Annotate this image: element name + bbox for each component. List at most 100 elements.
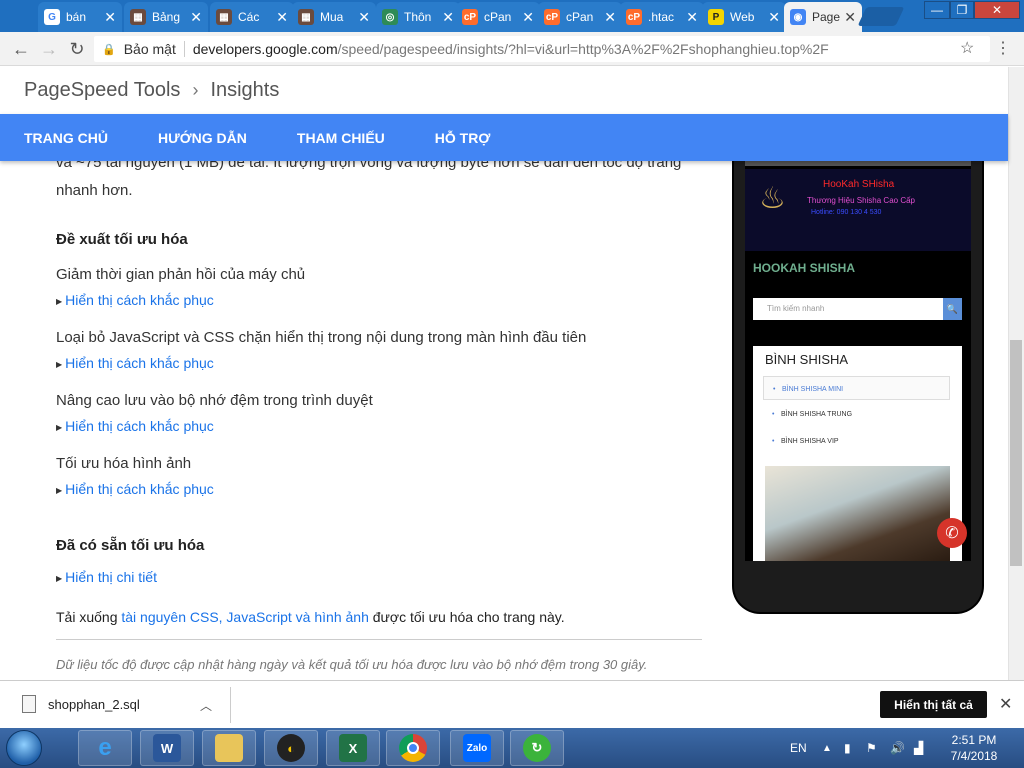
secure-label: Bảo mật xyxy=(123,41,176,57)
bullet-icon: • xyxy=(772,438,775,445)
close-icon[interactable]: ✕ xyxy=(686,10,698,24)
windows-taskbar: e W ◐ X Zalo ↻ EN ▲ ▮ ⚑ 🔊 ▟ 2:51 PM 7/4/… xyxy=(0,728,1024,768)
triangle-right-icon: ▶ xyxy=(56,360,63,369)
show-all-downloads-button[interactable]: Hiển thị tất cả xyxy=(880,691,987,718)
site-title: HOOKAH SHISHA xyxy=(753,261,856,275)
network-icon[interactable]: ▟ xyxy=(914,728,923,768)
taskbar-app[interactable]: ↻ xyxy=(510,730,564,766)
language-indicator[interactable]: EN xyxy=(790,728,807,768)
close-icon[interactable]: ✕ xyxy=(276,10,288,24)
show-fix-link[interactable]: ▶ Hiển thị cách khắc phục xyxy=(56,292,214,308)
browser-tab[interactable]: ◎ Thôn ✕ xyxy=(376,2,460,32)
volume-icon[interactable]: 🔊 xyxy=(890,728,905,768)
nav-reference[interactable]: THAM CHIẾU xyxy=(297,130,385,146)
cpanel-icon: cP xyxy=(544,9,560,25)
book-icon: ▦ xyxy=(130,9,146,25)
browser-tab[interactable]: cP cPan ✕ xyxy=(456,2,540,32)
banner-phone: Hotline: 090 130 4 530 xyxy=(811,209,882,216)
close-icon[interactable]: ✕ xyxy=(190,10,202,24)
show-fix-link[interactable]: ▶ Hiển thị cách khắc phục xyxy=(56,355,214,371)
back-arrow-icon[interactable]: ← xyxy=(10,38,32,60)
address-bar[interactable]: 🔒 Bảo mật developers.google.com/speed/pa… xyxy=(94,36,990,62)
tray-expand-icon[interactable]: ▲ xyxy=(822,728,832,768)
taskbar-app[interactable]: ◐ xyxy=(264,730,318,766)
close-window-button[interactable]: ✕ xyxy=(974,1,1020,19)
footnote: Dữ liệu tốc độ được cập nhật hàng ngày v… xyxy=(56,657,648,672)
close-icon[interactable]: ✕ xyxy=(442,10,454,24)
taskbar-chrome[interactable] xyxy=(386,730,440,766)
cpanel-icon: cP xyxy=(462,9,478,25)
book-icon: ▦ xyxy=(298,9,314,25)
banner-title: HooKah SHisha xyxy=(823,179,895,190)
nav-support[interactable]: HỖ TRỢ xyxy=(435,130,491,146)
new-tab-button[interactable] xyxy=(857,7,905,26)
flag-icon[interactable]: ⚑ xyxy=(866,728,877,768)
browser-tab[interactable]: ▦ Các ✕ xyxy=(210,2,294,32)
triangle-right-icon: ▶ xyxy=(56,297,63,306)
taskbar-explorer[interactable] xyxy=(202,730,256,766)
divider xyxy=(183,41,185,57)
star-icon[interactable]: ☆ xyxy=(960,38,974,58)
close-icon[interactable]: ✕ xyxy=(358,10,370,24)
taskbar-word[interactable]: W xyxy=(140,730,194,766)
close-icon[interactable]: ✕ xyxy=(604,10,616,24)
tab-label: Web xyxy=(730,10,755,24)
taskbar-ie[interactable]: e xyxy=(78,730,132,766)
close-icon[interactable]: ✕ xyxy=(768,10,780,24)
scrollbar-thumb[interactable] xyxy=(1010,340,1022,566)
link-text: Hiển thị chi tiết xyxy=(65,569,157,585)
close-icon[interactable]: ✕ xyxy=(844,10,856,24)
browser-tab[interactable]: cP .htac ✕ xyxy=(620,2,704,32)
minimize-button[interactable]: — xyxy=(924,1,950,19)
tab-label: cPan xyxy=(484,10,512,24)
show-fix-link[interactable]: ▶ Hiển thị cách khắc phục xyxy=(56,418,214,434)
browser-tab[interactable]: ▦ Mua ✕ xyxy=(292,2,376,32)
menu-icon[interactable]: ⋮ xyxy=(995,38,1011,58)
browser-tab[interactable]: P Web ✕ xyxy=(702,2,786,32)
zalo-icon: Zalo xyxy=(463,734,491,762)
browser-tab[interactable]: G bán ✕ xyxy=(38,2,122,32)
breadcrumb-root[interactable]: PageSpeed Tools xyxy=(24,79,180,102)
chevron-up-icon[interactable]: ︿ xyxy=(200,697,212,714)
breadcrumb-current[interactable]: Insights xyxy=(210,79,279,102)
show-details-link[interactable]: ▶ Hiển thị chi tiết xyxy=(56,569,157,585)
browser-tab[interactable]: cP cPan ✕ xyxy=(538,2,622,32)
book-icon: ▦ xyxy=(216,9,232,25)
clock-time: 2:51 PM xyxy=(951,733,997,747)
maximize-button[interactable]: ❐ xyxy=(950,1,974,19)
show-fix-link[interactable]: ▶ Hiển thị cách khắc phục xyxy=(56,481,214,497)
pagespeed-icon: ◉ xyxy=(790,9,806,25)
lock-icon: 🔒 xyxy=(102,43,116,56)
download-resources-link[interactable]: tài nguyên CSS, JavaScript và hình ảnh xyxy=(121,609,368,625)
link-text: Hiển thị cách khắc phục xyxy=(65,292,214,308)
reload-icon[interactable]: ↻ xyxy=(66,38,88,60)
cpanel-icon: cP xyxy=(626,9,642,25)
taskbar-clock[interactable]: 2:51 PM 7/4/2018 xyxy=(946,732,1002,764)
browser-toolbar: ← → ↻ 🔒 Bảo mật developers.google.com/sp… xyxy=(0,32,1024,66)
app-icon: ◐ xyxy=(277,734,305,762)
download-suffix: được tối ưu hóa cho trang này. xyxy=(368,609,565,625)
internet-explorer-icon: e xyxy=(98,734,112,761)
nav-home[interactable]: TRANG CHỦ xyxy=(24,130,108,146)
url-path: /speed/pagespeed/insights/?hl=vi&url=htt… xyxy=(337,41,829,57)
browser-tab[interactable]: ▦ Bảng ✕ xyxy=(124,2,208,32)
url-host: developers.google.com xyxy=(192,41,338,57)
browser-tab-active[interactable]: ◉ Page ✕ xyxy=(784,2,862,32)
battery-icon[interactable]: ▮ xyxy=(844,728,851,768)
folder-icon xyxy=(215,734,243,762)
close-icon[interactable]: ✕ xyxy=(999,694,1012,714)
start-button[interactable] xyxy=(6,730,42,766)
forward-arrow-icon[interactable]: → xyxy=(38,38,60,60)
mobile-preview-screen: ♨ HooKah SHisha Thương Hiệu Shisha Cao C… xyxy=(745,161,971,561)
intro-paragraph: và ~75 tài nguyên (1 MB) để tải. Ít lượn… xyxy=(56,161,682,199)
nav-guides[interactable]: HƯỚNG DẪN xyxy=(158,130,247,146)
banner-subtitle: Thương Hiệu Shisha Cao Cấp xyxy=(807,196,915,205)
close-icon[interactable]: ✕ xyxy=(522,10,534,24)
taskbar-zalo[interactable]: Zalo xyxy=(450,730,504,766)
main-content: và ~75 tài nguyên (1 MB) để tải. Ít lượn… xyxy=(0,161,1008,680)
taskbar-excel[interactable]: X xyxy=(326,730,380,766)
download-item[interactable]: shopphan_2.sql xyxy=(22,695,140,713)
close-icon[interactable]: ✕ xyxy=(104,10,116,24)
screen-topbar xyxy=(745,161,971,166)
suggestions-heading: Đề xuất tối ưu hóa xyxy=(56,231,188,248)
